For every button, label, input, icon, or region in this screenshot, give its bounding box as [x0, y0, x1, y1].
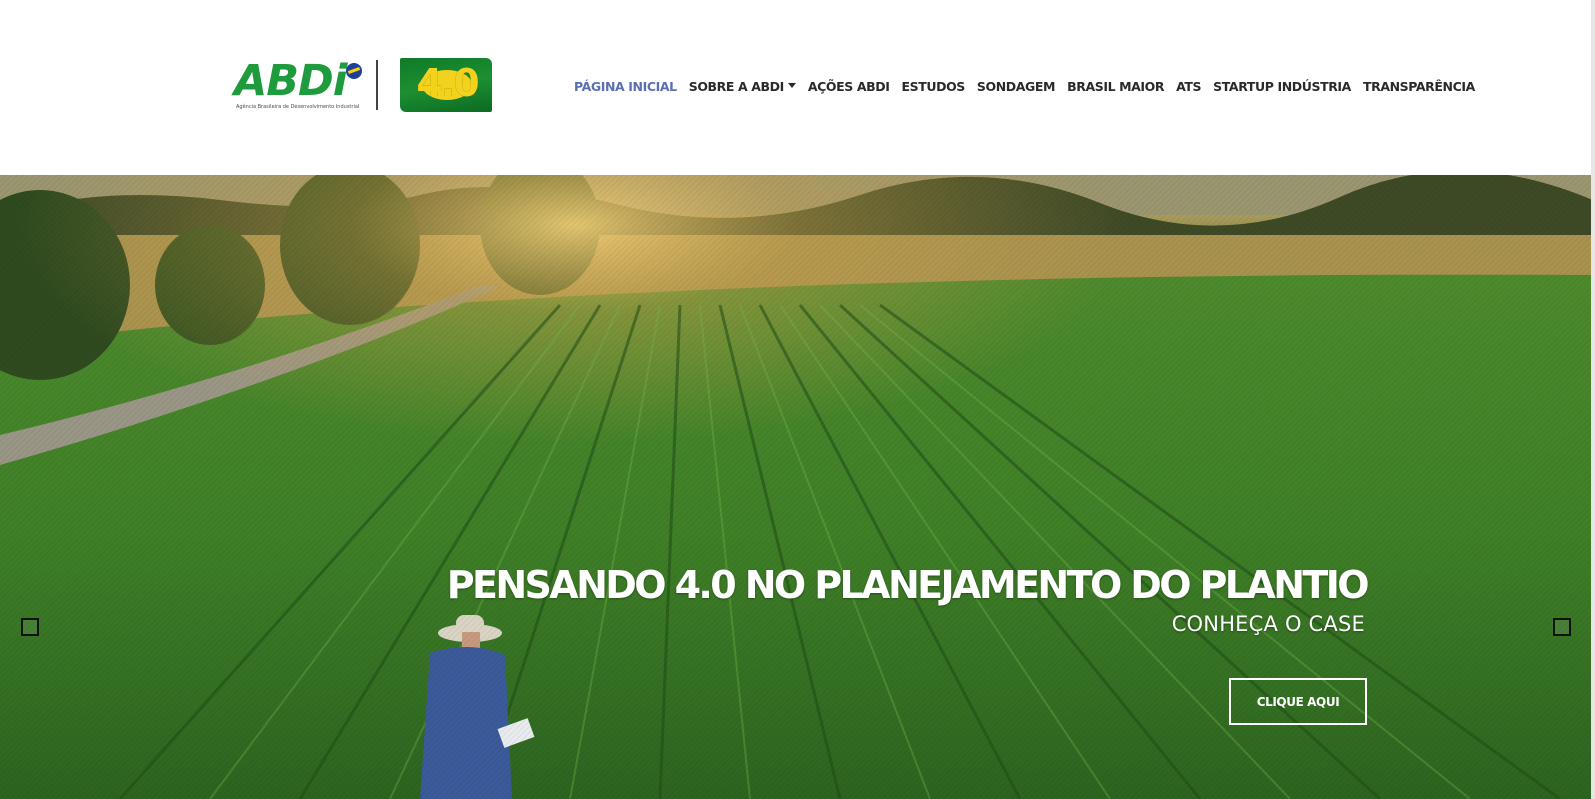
- logo-divider: [376, 60, 378, 110]
- nav-item-startup-industria[interactable]: STARTUP INDÚSTRIA: [1213, 79, 1351, 94]
- abdi-tagline: Agência Brasileira de Desenvolvimento In…: [236, 104, 360, 110]
- nav-item-acoes-abdi[interactable]: AÇÕES ABDI: [808, 79, 890, 94]
- nav-item-sobre-a-abdi[interactable]: SOBRE A ABDI: [689, 79, 796, 94]
- nav-item-ats[interactable]: ATS: [1176, 79, 1201, 94]
- industry-4-0-badge: 4.0: [400, 58, 492, 112]
- slide-subtitle: CONHEÇA O CASE: [1171, 612, 1365, 636]
- main-nav: PÁGINA INICIAL SOBRE A ABDI AÇÕES ABDI E…: [574, 76, 1487, 96]
- nav-item-label: STARTUP INDÚSTRIA: [1213, 78, 1351, 94]
- brazil-flag-dot-icon: [346, 63, 362, 79]
- nav-item-estudos[interactable]: ESTUDOS: [901, 78, 965, 94]
- abdi-logo: ABDi Agência Brasileira de Desenvolvimen…: [226, 53, 366, 117]
- site-logo[interactable]: ABDi Agência Brasileira de Desenvolvimen…: [226, 53, 498, 117]
- caret-down-icon: [787, 82, 796, 88]
- nav-item-sondagem[interactable]: SONDAGEM: [976, 78, 1056, 94]
- nav-item-brasil-maior[interactable]: BRASIL MAIOR: [1067, 79, 1164, 94]
- nav-item-label: ATS: [1176, 78, 1202, 94]
- slide-title: PENSANDO 4.0 NO PLANEJAMENTO DO PLANTIO: [446, 563, 1370, 607]
- nav-item-label: SONDAGEM: [976, 78, 1056, 94]
- page-scrollbar[interactable]: [1591, 0, 1595, 799]
- clique-aqui-button[interactable]: CLIQUE AQUI: [1229, 678, 1367, 725]
- carousel-next-button[interactable]: [1553, 618, 1571, 636]
- abdi-logo-text: ABDi: [234, 56, 347, 106]
- nav-item-label: AÇÕES ABDI: [807, 78, 890, 94]
- badge-label: 4.0: [416, 61, 479, 105]
- carousel-prev-button[interactable]: [21, 618, 39, 636]
- nav-item-label: SOBRE A ABDI: [688, 78, 785, 94]
- site-header: ABDi Agência Brasileira de Desenvolvimen…: [0, 0, 1595, 175]
- hero-carousel: PENSANDO 4.0 NO PLANEJAMENTO DO PLANTIO …: [0, 175, 1595, 799]
- nav-item-label: TRANSPARÊNCIA: [1362, 78, 1475, 94]
- nav-item-transparencia[interactable]: TRANSPARÊNCIA: [1363, 79, 1475, 94]
- nav-item-label: ESTUDOS: [901, 78, 965, 94]
- nav-item-label: PÁGINA INICIAL: [574, 78, 677, 94]
- nav-item-pagina-inicial[interactable]: PÁGINA INICIAL: [574, 79, 677, 94]
- nav-item-label: BRASIL MAIOR: [1067, 78, 1165, 94]
